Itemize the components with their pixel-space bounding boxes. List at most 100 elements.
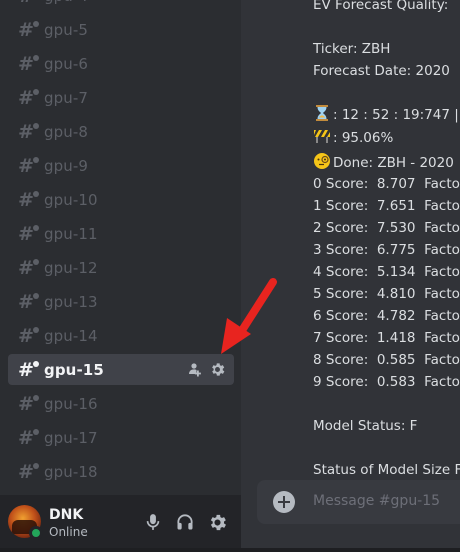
- channel-item-gpu-12[interactable]: # gpu-12: [8, 252, 234, 283]
- score-tail: Factor: [424, 198, 460, 214]
- score-label: 5 Score:: [313, 286, 369, 302]
- score-tail: Facto: [424, 308, 460, 324]
- message-composer[interactable]: Message #gpu-15: [257, 480, 460, 524]
- monocle-face-icon: [314, 153, 330, 169]
- text-channel-icon: #: [18, 20, 39, 39]
- window-bottom-edge: [0, 548, 460, 552]
- text-channel-icon: #: [18, 88, 39, 107]
- channel-label: gpu-13: [44, 292, 98, 311]
- hourglass-icon: [316, 105, 328, 121]
- score-value: 0.585: [376, 352, 416, 368]
- score-row: 1 Score: 7.651 Factor: [313, 198, 460, 214]
- score-label: 2 Score:: [313, 220, 369, 236]
- score-label: 7 Score:: [313, 330, 369, 346]
- model-status-line: Model Status: F: [313, 418, 418, 434]
- score-tail: Facto: [424, 374, 460, 390]
- score-tail: Facto: [424, 220, 460, 236]
- channel-label: gpu-15: [44, 360, 104, 379]
- gear-icon[interactable]: [209, 361, 226, 378]
- channel-label: gpu-18: [44, 462, 98, 481]
- score-tail: Facto: [424, 176, 460, 192]
- score-label: 4 Score:: [313, 264, 369, 280]
- channel-label: gpu-10: [44, 190, 98, 209]
- channel-item-gpu-7[interactable]: # gpu-7: [8, 82, 234, 113]
- channel-list: # gpu-4 # gpu-5 # gpu-6 # gpu-7 # gpu-8 …: [0, 0, 241, 492]
- progress-line: : 95.06%: [313, 127, 393, 146]
- username[interactable]: DNK: [49, 507, 83, 523]
- text-channel-icon: #: [18, 360, 39, 379]
- headphones-icon: [177, 514, 193, 530]
- score-row: 9 Score: 0.583 Facto: [313, 374, 460, 390]
- construction-icon: [314, 130, 330, 143]
- timer-text: : 12 : 52 : 19:747 | ET: [333, 107, 460, 123]
- channel-item-gpu-16[interactable]: # gpu-16: [8, 388, 234, 419]
- timer-line: : 12 : 52 : 19:747 | ET: [313, 104, 460, 123]
- channel-item-gpu-18[interactable]: # gpu-18: [8, 456, 234, 487]
- channel-item-gpu-10[interactable]: # gpu-10: [8, 184, 234, 215]
- channel-label: gpu-8: [44, 122, 89, 141]
- message-input[interactable]: Message #gpu-15: [313, 493, 440, 509]
- channel-label: gpu-16: [44, 394, 98, 413]
- score-label: 1 Score:: [313, 198, 369, 214]
- score-tail: Factor: [424, 330, 460, 346]
- channel-item-gpu-5[interactable]: # gpu-5: [8, 14, 234, 45]
- add-attachment-icon[interactable]: [273, 491, 295, 513]
- forecast-date-line: Forecast Date: 2020: [313, 63, 450, 79]
- score-label: 3 Score:: [313, 242, 369, 258]
- score-value: 4.782: [376, 308, 416, 324]
- channel-item-gpu-9[interactable]: # gpu-9: [8, 150, 234, 181]
- annotation-arrow-icon: [221, 278, 277, 354]
- text-channel-icon: #: [18, 462, 39, 481]
- channel-label: gpu-12: [44, 258, 98, 277]
- channel-label: gpu-14: [44, 326, 98, 345]
- score-row: 4 Score: 5.134 Facto: [313, 264, 460, 280]
- channel-sidebar: # gpu-4 # gpu-5 # gpu-6 # gpu-7 # gpu-8 …: [0, 0, 241, 552]
- text-channel-icon: #: [18, 156, 39, 175]
- channel-label: gpu-6: [44, 54, 89, 73]
- channel-item-gpu-4[interactable]: # gpu-4: [8, 0, 234, 11]
- channel-label: gpu-17: [44, 428, 98, 447]
- score-label: 8 Score:: [313, 352, 369, 368]
- score-tail: Facto: [424, 242, 460, 258]
- text-channel-icon: #: [18, 394, 39, 413]
- forecast-quality-line: EV Forecast Quality:: [313, 0, 449, 13]
- text-channel-icon: #: [18, 122, 39, 141]
- text-channel-icon: #: [18, 428, 39, 447]
- score-tail: Facto: [424, 352, 460, 368]
- channel-item-gpu-15[interactable]: # gpu-15: [8, 354, 234, 385]
- channel-item-gpu-13[interactable]: # gpu-13: [8, 286, 234, 317]
- channel-item-gpu-6[interactable]: # gpu-6: [8, 48, 234, 79]
- model-size-line: Status of Model Size F: [313, 462, 460, 478]
- score-row: 7 Score: 1.418 Factor: [313, 330, 460, 346]
- gear-icon: [210, 514, 226, 530]
- score-row: 5 Score: 4.810 Facto: [313, 286, 460, 302]
- channel-label: gpu-9: [44, 156, 89, 175]
- text-channel-icon: #: [18, 292, 39, 311]
- channel-item-gpu-11[interactable]: # gpu-11: [8, 218, 234, 249]
- text-channel-icon: #: [18, 258, 39, 277]
- channel-actions: [186, 361, 226, 378]
- text-channel-icon: #: [18, 326, 39, 345]
- score-label: 9 Score:: [313, 374, 369, 390]
- user-settings-button[interactable]: [206, 511, 228, 533]
- user-status: Online: [49, 525, 88, 539]
- microphone-icon: [146, 514, 160, 530]
- done-text: Done: ZBH - 2020: [333, 155, 454, 171]
- channel-item-gpu-8[interactable]: # gpu-8: [8, 116, 234, 147]
- score-row: 3 Score: 6.775 Facto: [313, 242, 460, 258]
- channel-label: gpu-5: [44, 20, 89, 39]
- channel-item-gpu-17[interactable]: # gpu-17: [8, 422, 234, 453]
- score-row: 0 Score: 8.707 Facto: [313, 176, 460, 192]
- microphone-button[interactable]: [142, 511, 164, 533]
- online-status-indicator: [29, 526, 43, 540]
- score-value: 0.583: [376, 374, 416, 390]
- score-value: 7.530: [376, 220, 416, 236]
- score-value: 5.134: [376, 264, 416, 280]
- channel-item-gpu-14[interactable]: # gpu-14: [8, 320, 234, 351]
- progress-text: : 95.06%: [333, 130, 394, 146]
- done-line: Done: ZBH - 2020: [313, 152, 454, 171]
- score-value: 6.775: [376, 242, 416, 258]
- create-invite-icon[interactable]: [186, 361, 203, 378]
- headphones-button[interactable]: [174, 511, 196, 533]
- channel-label: gpu-4: [44, 0, 88, 5]
